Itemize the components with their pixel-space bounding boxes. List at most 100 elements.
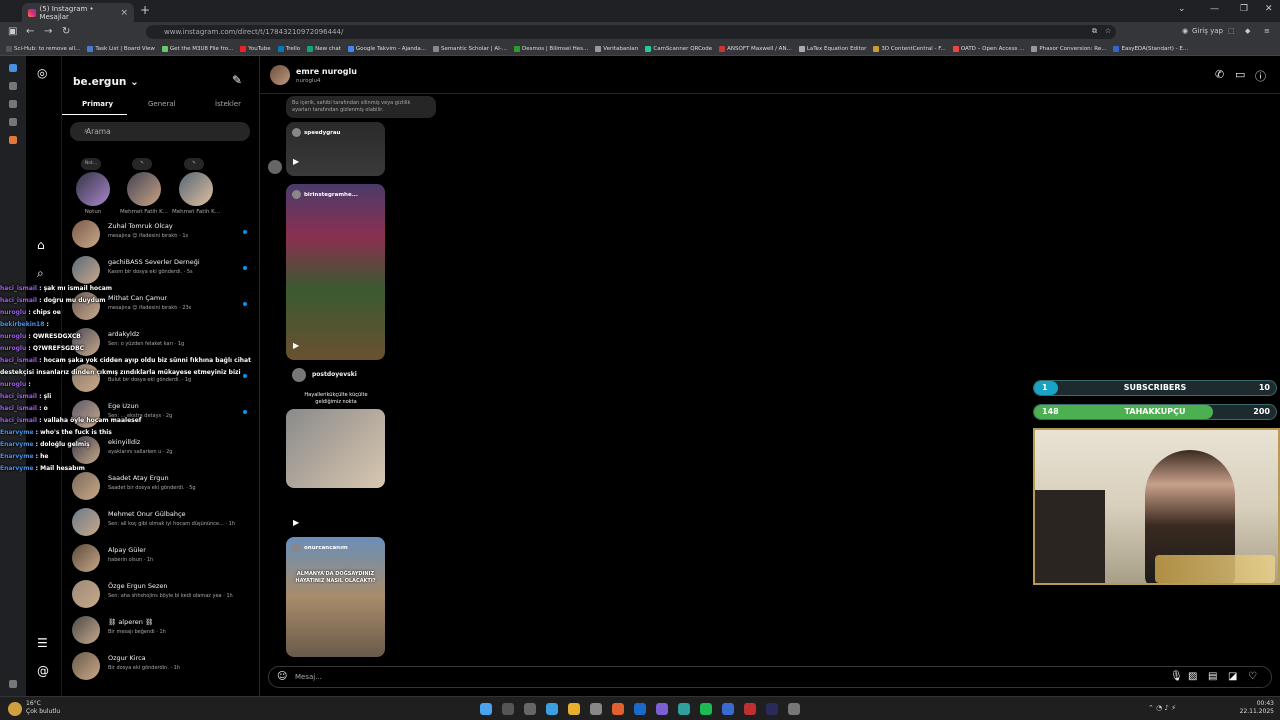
- shared-reel[interactable]: speedygrau: [286, 122, 385, 176]
- bookmark-item[interactable]: LaTex Equation Editor: [798, 45, 866, 52]
- firefox-icon[interactable]: [612, 703, 624, 715]
- collections-icon[interactable]: [9, 82, 17, 90]
- conversation-preview: haberin olsun · 1h: [108, 557, 154, 563]
- bookmark-star-icon[interactable]: ☆: [1105, 27, 1111, 35]
- maximize-icon[interactable]: ❐: [1240, 4, 1248, 14]
- history-icon[interactable]: [9, 100, 17, 108]
- extensions-icon[interactable]: ⬚: [1228, 27, 1235, 35]
- close-tab-icon[interactable]: ×: [120, 8, 128, 18]
- file-explorer-icon[interactable]: [568, 703, 580, 715]
- bookmark-item[interactable]: Trello: [277, 45, 300, 52]
- conversation-item[interactable]: Ozgur Kirca Bir dosya eki gönderdin. · 1h: [72, 650, 252, 684]
- compose-icon[interactable]: ✎: [232, 73, 242, 87]
- conversation-item[interactable]: Saadet Atay Ergun Saadet bir dosya eki gö…: [72, 470, 252, 504]
- bookmark-item[interactable]: Task List | Board View: [87, 45, 155, 52]
- conversation-item[interactable]: Özge Ergun Sezen Sen: aha shhshojins böyl…: [72, 578, 252, 612]
- bookmark-item[interactable]: 3D ContentCentral - F...: [873, 45, 946, 52]
- steam-icon[interactable]: [766, 703, 778, 715]
- settings-icon[interactable]: [788, 703, 800, 715]
- conversation-item[interactable]: Alpay Güler haberin olsun · 1h: [72, 542, 252, 576]
- app-icon[interactable]: [722, 703, 734, 715]
- tab-requests[interactable]: İstekler: [215, 100, 241, 108]
- tray-icons[interactable]: ⌃ ◔ ♪ ⚡: [1148, 704, 1176, 712]
- new-tab-icon[interactable]: +: [140, 3, 150, 17]
- obs-icon[interactable]: [744, 703, 756, 715]
- tab-general[interactable]: General: [148, 100, 176, 108]
- more-menu-icon[interactable]: ☰: [37, 636, 48, 650]
- bookmark-item[interactable]: ANSOFT Maxwell / AN...: [719, 45, 792, 52]
- add-icon[interactable]: [9, 64, 17, 72]
- bookmark-item[interactable]: Phasor Conversion: Re...: [1031, 45, 1106, 52]
- search-input[interactable]: Arama: [70, 122, 250, 141]
- settings-icon[interactable]: [9, 680, 17, 688]
- shared-post-image[interactable]: [286, 409, 385, 488]
- tab-search-icon[interactable]: ⌄: [1178, 4, 1186, 14]
- phone-call-icon[interactable]: ✆: [1215, 68, 1224, 81]
- bookmark-item[interactable]: Google Takvim - Ajanda...: [347, 45, 426, 52]
- browser-tab[interactable]: (5) Instagram • Mesajlar ×: [22, 3, 134, 22]
- bookmark-item[interactable]: Semantic Scholar | AI-...: [432, 45, 507, 52]
- home-icon[interactable]: ⌂: [37, 238, 45, 252]
- shared-reel[interactable]: birinstegramhe...: [286, 184, 385, 360]
- chat-contact-name[interactable]: emre nuroglu: [296, 67, 357, 76]
- emoji-icon[interactable]: ☺: [277, 671, 287, 682]
- sidebar-toggle-icon[interactable]: ▣: [8, 26, 17, 37]
- profile-label[interactable]: Giriş yap: [1192, 27, 1223, 35]
- conversation-item[interactable]: Zuhal Tomruk Olcay mesajına 😊 ifadesini b…: [72, 218, 252, 252]
- like-heart-icon[interactable]: ♡: [1248, 671, 1257, 682]
- menu-icon[interactable]: ≡: [1264, 27, 1270, 35]
- edge-icon[interactable]: [546, 703, 558, 715]
- start-icon[interactable]: [480, 703, 492, 715]
- conversation-item[interactable]: ⛓ alperen ⛓ Bir mesajı beğendi · 1h: [72, 614, 252, 648]
- weather-widget[interactable]: 16°C Çok bulutlu: [26, 700, 60, 716]
- profile-icon[interactable]: ◉: [1182, 27, 1188, 35]
- avatar[interactable]: [270, 65, 290, 85]
- note-item[interactable]: ✎ Mehmet Fatih K...: [170, 158, 222, 215]
- post-author[interactable]: postdoyevski: [312, 371, 357, 378]
- sticker-icon[interactable]: ◪: [1228, 671, 1237, 682]
- note-item[interactable]: Not... Notun: [67, 158, 119, 215]
- clock[interactable]: 00:43 22.11.2025: [1238, 700, 1274, 716]
- steam-icon[interactable]: [634, 703, 646, 715]
- close-window-icon[interactable]: ✕: [1265, 4, 1273, 14]
- search-icon[interactable]: ⌕: [37, 266, 44, 281]
- microphone-icon[interactable]: 🎙: [1170, 671, 1183, 682]
- bookmark-item[interactable]: New chat: [307, 45, 341, 52]
- tab-primary[interactable]: Primary: [82, 100, 113, 108]
- bookmark-item[interactable]: CamScanner QRCode: [645, 45, 712, 52]
- install-app-icon[interactable]: ⧉: [1092, 27, 1097, 36]
- bookmark-item[interactable]: YouTube: [240, 45, 271, 52]
- favorites-icon[interactable]: [9, 118, 17, 126]
- app-icon[interactable]: [678, 703, 690, 715]
- note-item[interactable]: ✎ Mehmet Fatih K...: [118, 158, 170, 215]
- spotify-icon[interactable]: [700, 703, 712, 715]
- image-icon[interactable]: ▨: [1188, 671, 1197, 682]
- info-icon[interactable]: ⓘ: [1255, 68, 1266, 84]
- search-icon[interactable]: [502, 703, 514, 715]
- reload-icon[interactable]: ↻: [62, 26, 70, 37]
- discord-icon[interactable]: [656, 703, 668, 715]
- url-input[interactable]: www.instagram.com/direct/t/1784321097209…: [146, 25, 1116, 39]
- bookmark-item[interactable]: Veritabanları: [595, 45, 638, 52]
- task-view-icon[interactable]: [524, 703, 536, 715]
- account-username[interactable]: be.ergun ⌄: [73, 76, 139, 88]
- copilot-icon[interactable]: ◆: [1245, 27, 1250, 35]
- gif-icon[interactable]: ▤: [1208, 671, 1217, 682]
- bookmark-item[interactable]: OATD – Open Access ...: [952, 45, 1024, 52]
- avatar: [76, 172, 110, 206]
- shared-reel[interactable]: onurcancanım ALMANYA'DA DOĞSAYDINIZ HAYA…: [286, 537, 385, 657]
- bookmark-item[interactable]: Get the M3U8 File fro...: [161, 45, 233, 52]
- instagram-logo-icon[interactable]: ◎: [37, 66, 47, 80]
- bookmark-item[interactable]: Desmos | Bilimsel Hes...: [514, 45, 588, 52]
- chatgpt-icon[interactable]: [590, 703, 602, 715]
- conversation-item[interactable]: Mehmet Onur Gülbahçe Sen: all koç gibi ol…: [72, 506, 252, 540]
- back-icon[interactable]: ←: [26, 26, 34, 37]
- bookmark-item[interactable]: Sci-Hub: to remove all...: [6, 45, 80, 52]
- extension-icon[interactable]: [9, 136, 17, 144]
- forward-icon[interactable]: →: [44, 26, 52, 37]
- minimize-icon[interactable]: —: [1210, 4, 1219, 14]
- bookmark-item[interactable]: EasyEDA(Standart) - E...: [1113, 45, 1188, 52]
- video-call-icon[interactable]: ▭: [1235, 68, 1245, 81]
- message-input[interactable]: Mesaj...: [268, 666, 1272, 688]
- threads-icon[interactable]: @: [37, 664, 49, 678]
